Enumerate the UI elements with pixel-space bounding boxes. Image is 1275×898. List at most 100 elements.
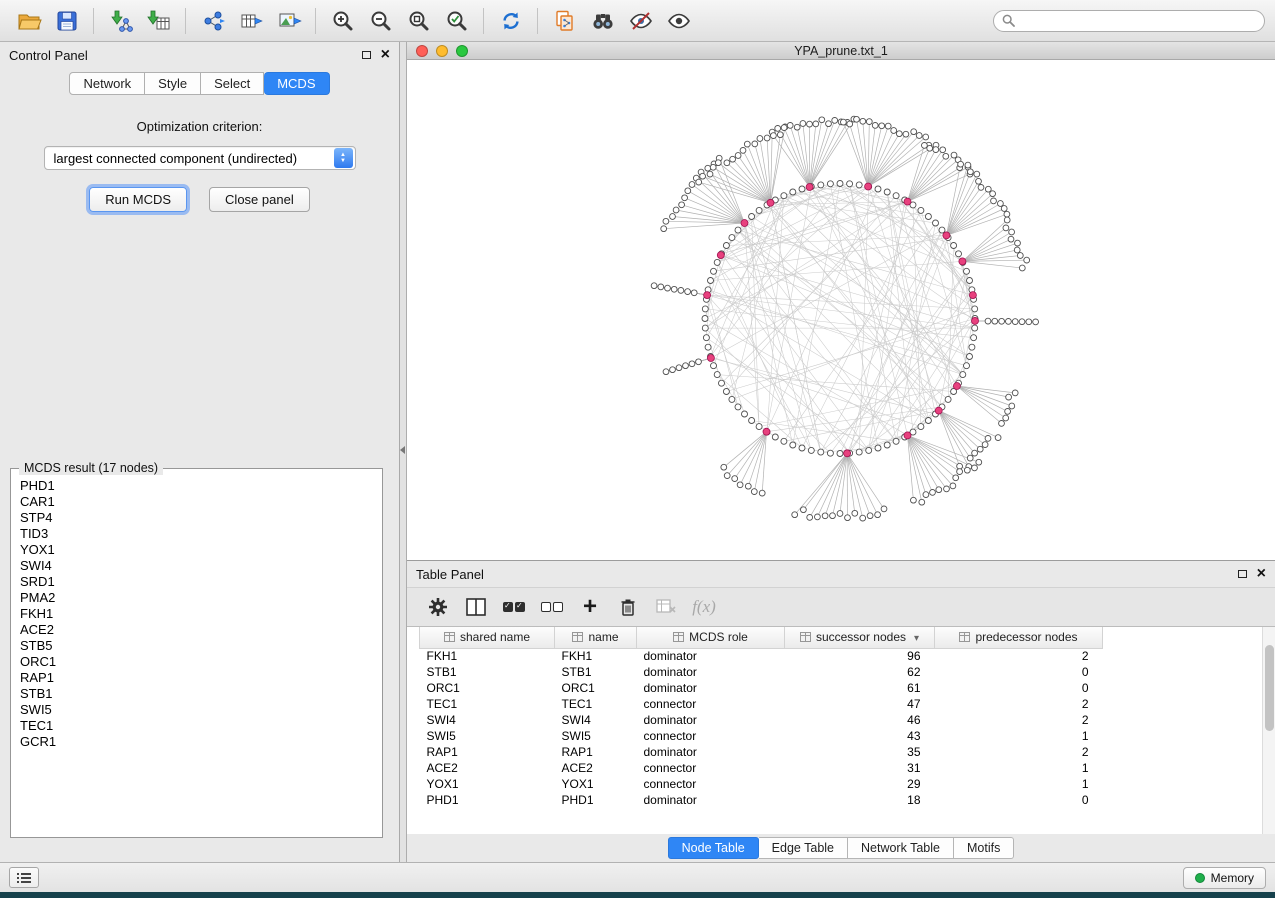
- table-row[interactable]: SWI5SWI5connector431: [420, 728, 1103, 744]
- collapse-handle-icon[interactable]: [400, 446, 405, 454]
- table-row[interactable]: RAP1RAP1dominator352: [420, 744, 1103, 760]
- column-header-shared-name[interactable]: shared name: [420, 627, 555, 648]
- table-cell[interactable]: dominator: [637, 792, 785, 808]
- table-cell[interactable]: 1: [935, 728, 1103, 744]
- refresh-view-button[interactable]: [492, 4, 529, 38]
- mcds-result-item[interactable]: STB1: [20, 686, 379, 702]
- import-network-button[interactable]: [102, 4, 139, 38]
- table-cell[interactable]: 31: [785, 760, 935, 776]
- mcds-result-item[interactable]: RAP1: [20, 670, 379, 686]
- table-cell[interactable]: ORC1: [555, 680, 637, 696]
- tab-node-table[interactable]: Node Table: [668, 837, 759, 859]
- zoom-selected-button[interactable]: [438, 4, 475, 38]
- zoom-in-button[interactable]: [324, 4, 361, 38]
- table-cell[interactable]: PHD1: [420, 792, 555, 808]
- table-cell[interactable]: 2: [935, 744, 1103, 760]
- sort-chevron-icon[interactable]: ▾: [914, 633, 919, 644]
- table-cell[interactable]: 35: [785, 744, 935, 760]
- tab-select[interactable]: Select: [201, 72, 264, 95]
- table-cell[interactable]: 18: [785, 792, 935, 808]
- table-row[interactable]: TEC1TEC1connector472: [420, 696, 1103, 712]
- close-panel-button[interactable]: Close panel: [209, 187, 310, 212]
- table-row[interactable]: SWI4SWI4dominator462: [420, 712, 1103, 728]
- mcds-result-item[interactable]: STP4: [20, 510, 379, 526]
- tab-mcds[interactable]: MCDS: [264, 72, 329, 95]
- table-row[interactable]: ORC1ORC1dominator610: [420, 680, 1103, 696]
- table-cell[interactable]: YOX1: [555, 776, 637, 792]
- table-cell[interactable]: STB1: [420, 664, 555, 680]
- search-input[interactable]: [1021, 14, 1256, 28]
- tab-style[interactable]: Style: [145, 72, 201, 95]
- table-cell[interactable]: 2: [935, 696, 1103, 712]
- table-cell[interactable]: SWI4: [420, 712, 555, 728]
- column-header-name[interactable]: name: [555, 627, 637, 648]
- table-cell[interactable]: STB1: [555, 664, 637, 680]
- table-cell[interactable]: RAP1: [420, 744, 555, 760]
- table-cell[interactable]: 1: [935, 776, 1103, 792]
- table-cell[interactable]: FKH1: [420, 648, 555, 664]
- minimize-window-icon[interactable]: [436, 45, 448, 57]
- table-settings-button[interactable]: [423, 593, 453, 621]
- table-cell[interactable]: YOX1: [420, 776, 555, 792]
- find-button[interactable]: [584, 4, 621, 38]
- show-graphics-button[interactable]: [660, 4, 697, 38]
- mcds-result-item[interactable]: CAR1: [20, 494, 379, 510]
- hide-graphics-button[interactable]: [622, 4, 659, 38]
- function-builder-button[interactable]: f(x): [689, 593, 719, 621]
- import-table-button[interactable]: [140, 4, 177, 38]
- mcds-result-item[interactable]: PMA2: [20, 590, 379, 606]
- table-cell[interactable]: 0: [935, 680, 1103, 696]
- run-mcds-button[interactable]: Run MCDS: [89, 187, 187, 212]
- close-window-icon[interactable]: [416, 45, 428, 57]
- table-cell[interactable]: 0: [935, 792, 1103, 808]
- table-cell[interactable]: 2: [935, 712, 1103, 728]
- tab-edge-table[interactable]: Edge Table: [759, 837, 848, 859]
- table-row[interactable]: FKH1FKH1dominator962: [420, 648, 1103, 664]
- show-column-button[interactable]: [461, 593, 491, 621]
- table-cell[interactable]: 47: [785, 696, 935, 712]
- memory-button[interactable]: Memory: [1183, 867, 1266, 889]
- table-cell[interactable]: connector: [637, 696, 785, 712]
- network-graph[interactable]: [407, 60, 1274, 560]
- duplicate-network-button[interactable]: [546, 4, 583, 38]
- table-cell[interactable]: 96: [785, 648, 935, 664]
- table-cell[interactable]: 0: [935, 664, 1103, 680]
- criterion-select[interactable]: largest connected component (undirected)…: [44, 146, 356, 170]
- table-cell[interactable]: dominator: [637, 664, 785, 680]
- clear-table-button[interactable]: [651, 593, 681, 621]
- mcds-result-item[interactable]: SWI4: [20, 558, 379, 574]
- mcds-result-item[interactable]: SRD1: [20, 574, 379, 590]
- table-cell[interactable]: 1: [935, 760, 1103, 776]
- table-cell[interactable]: 43: [785, 728, 935, 744]
- panel-splitter[interactable]: [400, 42, 407, 862]
- mcds-result-item[interactable]: ACE2: [20, 622, 379, 638]
- table-row[interactable]: ACE2ACE2connector311: [420, 760, 1103, 776]
- table-cell[interactable]: connector: [637, 776, 785, 792]
- mcds-result-item[interactable]: TEC1: [20, 718, 379, 734]
- export-image-button[interactable]: [270, 4, 307, 38]
- table-cell[interactable]: ACE2: [555, 760, 637, 776]
- status-menu-button[interactable]: [9, 867, 39, 888]
- mcds-result-item[interactable]: TID3: [20, 526, 379, 542]
- table-cell[interactable]: PHD1: [555, 792, 637, 808]
- column-header-MCDS-role[interactable]: MCDS role: [637, 627, 785, 648]
- table-cell[interactable]: TEC1: [420, 696, 555, 712]
- table-cell[interactable]: ACE2: [420, 760, 555, 776]
- close-table-panel-icon[interactable]: ×: [1257, 568, 1266, 580]
- table-cell[interactable]: dominator: [637, 744, 785, 760]
- scrollbar-thumb[interactable]: [1265, 645, 1274, 731]
- table-scrollbar[interactable]: [1262, 627, 1275, 834]
- mcds-result-item[interactable]: SWI5: [20, 702, 379, 718]
- tab-motifs[interactable]: Motifs: [954, 837, 1014, 859]
- add-column-button[interactable]: +: [575, 593, 605, 621]
- float-table-panel-icon[interactable]: [1238, 570, 1247, 578]
- column-header-predecessor-nodes[interactable]: predecessor nodes: [935, 627, 1103, 648]
- tab-network[interactable]: Network: [69, 72, 145, 95]
- table-cell[interactable]: 2: [935, 648, 1103, 664]
- table-cell[interactable]: dominator: [637, 712, 785, 728]
- table-cell[interactable]: connector: [637, 760, 785, 776]
- close-panel-icon[interactable]: ×: [381, 49, 390, 61]
- table-cell[interactable]: connector: [637, 728, 785, 744]
- deselect-all-button[interactable]: [537, 593, 567, 621]
- zoom-out-button[interactable]: [362, 4, 399, 38]
